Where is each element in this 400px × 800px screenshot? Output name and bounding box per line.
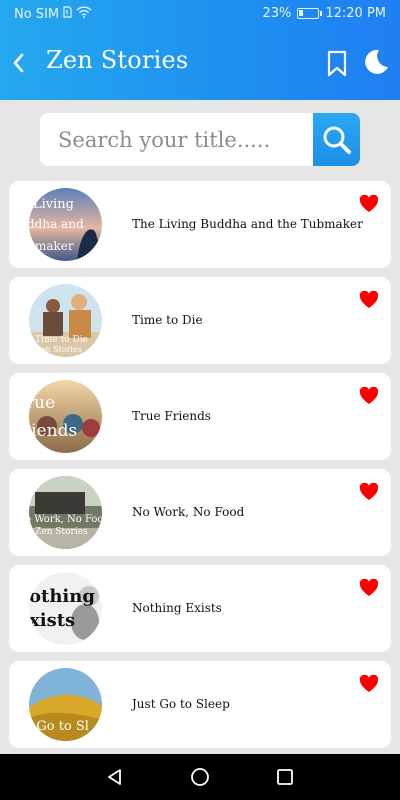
status-left: No SIM <box>14 6 92 22</box>
chevron-left-icon <box>13 53 24 73</box>
svg-text:riends: riends <box>29 421 77 441</box>
circle-home-icon <box>191 768 209 786</box>
story-title: True Friends <box>132 409 211 423</box>
story-title: No Work, No Food <box>132 505 245 519</box>
svg-text:ddha and: ddha and <box>29 217 84 231</box>
moon-icon <box>365 49 388 74</box>
story-title: The Living Buddha and the Tubmaker <box>132 217 363 231</box>
story-title: Just Go to Sleep <box>132 697 230 711</box>
story-card[interactable]: othing xists Nothing Exists <box>9 565 391 652</box>
heart-icon <box>359 386 379 404</box>
status-time: 12:20 PM <box>325 6 386 21</box>
back-button[interactable] <box>8 48 28 78</box>
story-card[interactable]: t Go to Sl Just Go to Sleep <box>9 661 391 748</box>
heart-icon <box>359 290 379 308</box>
nav-back-button[interactable] <box>105 767 125 791</box>
story-card[interactable]: o Work, No Foo Zen Stories No Work, No F… <box>9 469 391 556</box>
nav-home-button[interactable] <box>189 766 211 792</box>
app-header: No SIM 23% 12:20 PM Zen Stories <box>0 0 400 100</box>
story-title: Nothing Exists <box>132 601 222 615</box>
story-thumbnail: t Go to Sl <box>29 668 102 741</box>
svg-text:othing: othing <box>29 586 95 607</box>
svg-text:xists: xists <box>29 610 75 631</box>
story-card[interactable]: rue riends True Friends <box>9 373 391 460</box>
bookmark-icon <box>327 50 347 77</box>
svg-text:Zen Stories: Zen Stories <box>35 527 88 537</box>
story-thumbnail: Living ddha and maker <box>29 188 102 261</box>
heart-icon <box>359 482 379 500</box>
carrier-text: No SIM <box>14 6 60 22</box>
svg-text:t Go to Sl: t Go to Sl <box>29 719 89 734</box>
heart-icon <box>359 578 379 596</box>
story-thumbnail: Time to Die Zen Stories <box>29 284 102 357</box>
favorite-button[interactable] <box>359 290 379 309</box>
system-nav-bar <box>0 754 400 800</box>
svg-text:Living: Living <box>33 197 74 212</box>
svg-text:o Work, No Foo: o Work, No Foo <box>29 514 102 525</box>
search-icon <box>323 126 351 154</box>
story-thumbnail: rue riends <box>29 380 102 453</box>
status-right: 23% 12:20 PM <box>262 6 386 21</box>
story-thumbnail: othing xists <box>29 572 102 645</box>
svg-text:maker: maker <box>35 239 74 253</box>
favorite-button[interactable] <box>359 482 379 501</box>
story-card[interactable]: Living ddha and maker The Living Buddha … <box>9 181 391 268</box>
search-button[interactable] <box>313 113 360 166</box>
battery-fill <box>299 10 304 16</box>
story-title: Time to Die <box>132 313 203 327</box>
square-recents-icon <box>277 769 293 785</box>
sim-icon <box>63 6 72 22</box>
heart-icon <box>359 674 379 692</box>
triangle-back-icon <box>108 769 121 785</box>
favorite-button[interactable] <box>359 386 379 405</box>
dark-mode-button[interactable] <box>362 48 390 76</box>
story-thumbnail: o Work, No Foo Zen Stories <box>29 476 102 549</box>
favorite-button[interactable] <box>359 194 379 213</box>
nav-recents-button[interactable] <box>276 768 294 790</box>
favorite-button[interactable] <box>359 578 379 597</box>
svg-text:Zen Stories: Zen Stories <box>35 345 82 354</box>
status-bar: No SIM 23% 12:20 PM <box>0 0 400 28</box>
bookmark-button[interactable] <box>326 50 348 78</box>
battery-percent: 23% <box>262 6 292 21</box>
svg-text:Time to Die: Time to Die <box>35 335 88 345</box>
heart-icon <box>359 194 379 212</box>
battery-icon <box>297 8 323 19</box>
page-title: Zen Stories <box>46 46 189 74</box>
search-input[interactable] <box>40 113 314 166</box>
svg-text:rue: rue <box>29 393 55 413</box>
search-bar <box>40 113 360 166</box>
story-card[interactable]: Time to Die Zen Stories Time to Die <box>9 277 391 364</box>
favorite-button[interactable] <box>359 674 379 693</box>
wifi-icon <box>76 6 92 22</box>
